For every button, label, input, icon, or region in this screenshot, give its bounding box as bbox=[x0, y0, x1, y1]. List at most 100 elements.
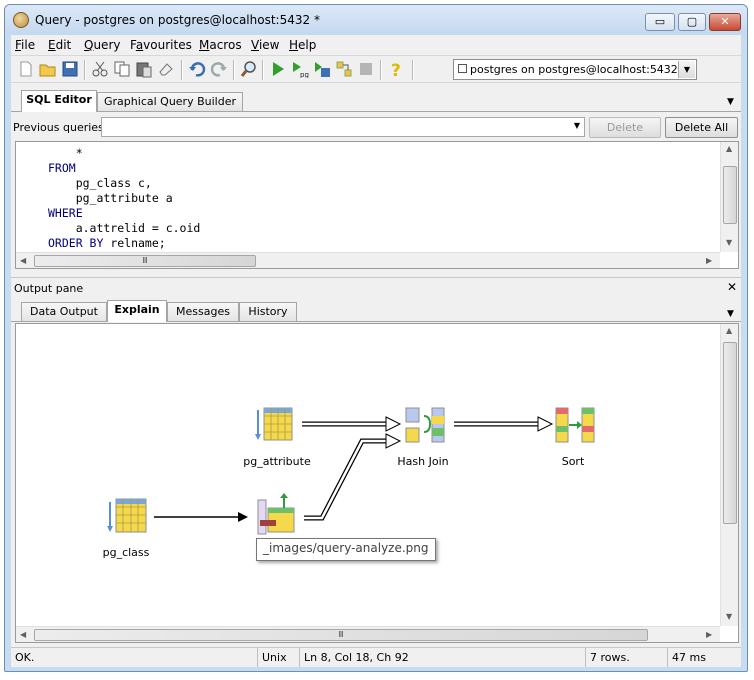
chevron-down-icon[interactable]: ▼ bbox=[574, 121, 580, 130]
undo-icon[interactable] bbox=[188, 60, 206, 78]
sql-editor[interactable]: * FROM pg_class c, pg_attribute a WHERE … bbox=[15, 141, 739, 269]
status-bar: OK. Unix Ln 8, Col 18, Ch 92 7 rows. 47 … bbox=[11, 647, 741, 667]
window-client: File Edit Query Favourites Macros View H… bbox=[11, 35, 741, 667]
execute-pgscript-icon[interactable]: pg bbox=[291, 60, 309, 78]
toolbar: pg ? postgres on postgres@localhost:5432… bbox=[11, 55, 741, 83]
explain-hscroll-thumb[interactable]: Ⅲ bbox=[34, 629, 648, 641]
sql-line: pg_attribute a bbox=[48, 191, 173, 205]
execute-icon[interactable] bbox=[269, 60, 287, 78]
sql-line: ORDER BY relname; bbox=[48, 236, 166, 250]
new-icon[interactable] bbox=[17, 60, 35, 78]
plan-arrow bbox=[454, 416, 554, 432]
toolbar-separator bbox=[181, 60, 183, 80]
save-icon[interactable] bbox=[61, 60, 79, 78]
editor-hscroll-thumb[interactable]: Ⅲ bbox=[34, 255, 256, 267]
find-icon[interactable] bbox=[240, 60, 258, 78]
sql-line: WHERE bbox=[48, 206, 83, 220]
tab-menu-arrow-icon[interactable]: ▼ bbox=[727, 97, 734, 107]
tab-explain[interactable]: Explain bbox=[107, 300, 167, 322]
close-icon[interactable]: ✕ bbox=[727, 280, 737, 294]
scroll-down-icon[interactable]: ▼ bbox=[726, 612, 732, 621]
title-bar[interactable]: Query - postgres on postgres@localhost:5… bbox=[5, 5, 747, 35]
cancel-icon[interactable] bbox=[357, 60, 375, 78]
editor-tabbar: SQL Editor Graphical Query Builder ▼ bbox=[11, 89, 741, 112]
tab-sql-editor[interactable]: SQL Editor bbox=[21, 90, 97, 112]
toolbar-separator bbox=[380, 60, 382, 80]
editor-vertical-scrollbar[interactable]: ▲ ▼ bbox=[720, 142, 738, 252]
open-icon[interactable] bbox=[39, 60, 57, 78]
previous-queries-label: Previous queries bbox=[13, 121, 104, 134]
scroll-down-icon[interactable]: ▼ bbox=[726, 238, 732, 247]
explain-vscroll-thumb[interactable] bbox=[723, 342, 737, 524]
editor-vscroll-thumb[interactable] bbox=[723, 166, 737, 224]
plan-arrow bbox=[154, 512, 248, 522]
scroll-right-icon[interactable]: ▶ bbox=[706, 630, 712, 639]
minimize-button[interactable]: ▭ bbox=[645, 13, 675, 31]
help-icon[interactable]: ? bbox=[388, 60, 406, 78]
status-row-count: 7 rows. bbox=[585, 648, 667, 667]
menu-view[interactable]: View bbox=[251, 38, 279, 52]
svg-text:?: ? bbox=[391, 61, 401, 78]
clear-icon[interactable] bbox=[157, 60, 175, 78]
tab-history[interactable]: History bbox=[239, 302, 297, 321]
hash-join-icon bbox=[405, 407, 445, 443]
plan-arrow bbox=[302, 416, 402, 432]
sort-icon bbox=[555, 407, 595, 443]
hash-icon bbox=[257, 493, 295, 535]
close-button[interactable]: ✕ bbox=[709, 13, 741, 31]
plan-node-sort[interactable]: Sort bbox=[550, 455, 596, 468]
execute-to-file-icon[interactable] bbox=[313, 60, 331, 78]
menu-query[interactable]: Query bbox=[84, 38, 120, 52]
scroll-up-icon[interactable]: ▲ bbox=[726, 326, 732, 335]
previous-queries-select[interactable]: ▼ bbox=[101, 117, 585, 137]
sql-line: pg_class c, bbox=[48, 176, 152, 190]
paste-icon[interactable] bbox=[135, 60, 153, 78]
menu-macros[interactable]: Macros bbox=[199, 38, 242, 52]
tab-data-output[interactable]: Data Output bbox=[21, 302, 107, 321]
svg-text:pg: pg bbox=[300, 71, 309, 78]
plan-node-pg-attribute[interactable]: pg_attribute bbox=[242, 455, 312, 468]
explain-canvas[interactable]: pg_attribute pg_class Hash Join Sort H ▲… bbox=[15, 323, 739, 643]
maximize-button[interactable]: ▢ bbox=[678, 13, 706, 31]
delete-all-button[interactable]: Delete All bbox=[665, 117, 738, 138]
toolbar-separator bbox=[84, 60, 86, 80]
status-cursor-position: Ln 8, Col 18, Ch 92 bbox=[299, 648, 585, 667]
explain-vertical-scrollbar[interactable]: ▲ ▼ bbox=[720, 324, 738, 626]
plan-node-pg-class[interactable]: pg_class bbox=[94, 546, 158, 559]
tab-menu-arrow-icon[interactable]: ▼ bbox=[727, 309, 734, 319]
sql-line: FROM bbox=[48, 161, 76, 175]
menu-help[interactable]: Help bbox=[289, 38, 316, 52]
toolbar-separator bbox=[262, 60, 264, 80]
scroll-left-icon[interactable]: ◀ bbox=[20, 630, 26, 639]
menu-file[interactable]: File bbox=[15, 38, 35, 52]
scroll-left-icon[interactable]: ◀ bbox=[20, 256, 26, 265]
chevron-down-icon[interactable]: ▼ bbox=[678, 61, 695, 78]
toolbar-separator bbox=[412, 60, 414, 80]
plan-node-hash-join[interactable]: Hash Join bbox=[390, 455, 456, 468]
seq-scan-icon bbox=[255, 407, 293, 441]
copy-icon[interactable] bbox=[113, 60, 131, 78]
redo-icon[interactable] bbox=[210, 60, 228, 78]
scroll-up-icon[interactable]: ▲ bbox=[726, 144, 732, 153]
scroll-right-icon[interactable]: ▶ bbox=[706, 256, 712, 265]
plan-arrow bbox=[304, 433, 402, 521]
explain-horizontal-scrollbar[interactable]: ◀ Ⅲ ▶ bbox=[16, 626, 720, 642]
cut-icon[interactable] bbox=[91, 60, 109, 78]
editor-horizontal-scrollbar[interactable]: ◀ Ⅲ ▶ bbox=[16, 252, 720, 268]
output-pane-title: Output pane bbox=[14, 282, 84, 295]
server-connection-select[interactable]: postgres on postgres@localhost:5432 ▼ bbox=[453, 59, 697, 80]
pgadmin-elephant-icon bbox=[13, 12, 29, 28]
delete-button[interactable]: Delete bbox=[589, 117, 661, 138]
status-line-endings: Unix bbox=[257, 648, 299, 667]
tab-messages[interactable]: Messages bbox=[167, 302, 239, 321]
query-plan-diagram bbox=[107, 407, 595, 535]
seq-scan-icon bbox=[107, 498, 147, 533]
menu-bar: File Edit Query Favourites Macros View H… bbox=[11, 35, 741, 55]
output-tabbar: Data Output Explain Messages History ▼ bbox=[11, 299, 741, 322]
menu-favourites[interactable]: Favourites bbox=[130, 38, 192, 52]
tab-graphical-query-builder[interactable]: Graphical Query Builder bbox=[97, 92, 243, 111]
menu-edit[interactable]: Edit bbox=[48, 38, 71, 52]
explain-icon[interactable] bbox=[335, 60, 353, 78]
window-title: Query - postgres on postgres@localhost:5… bbox=[35, 13, 320, 27]
server-status-icon bbox=[458, 64, 467, 73]
